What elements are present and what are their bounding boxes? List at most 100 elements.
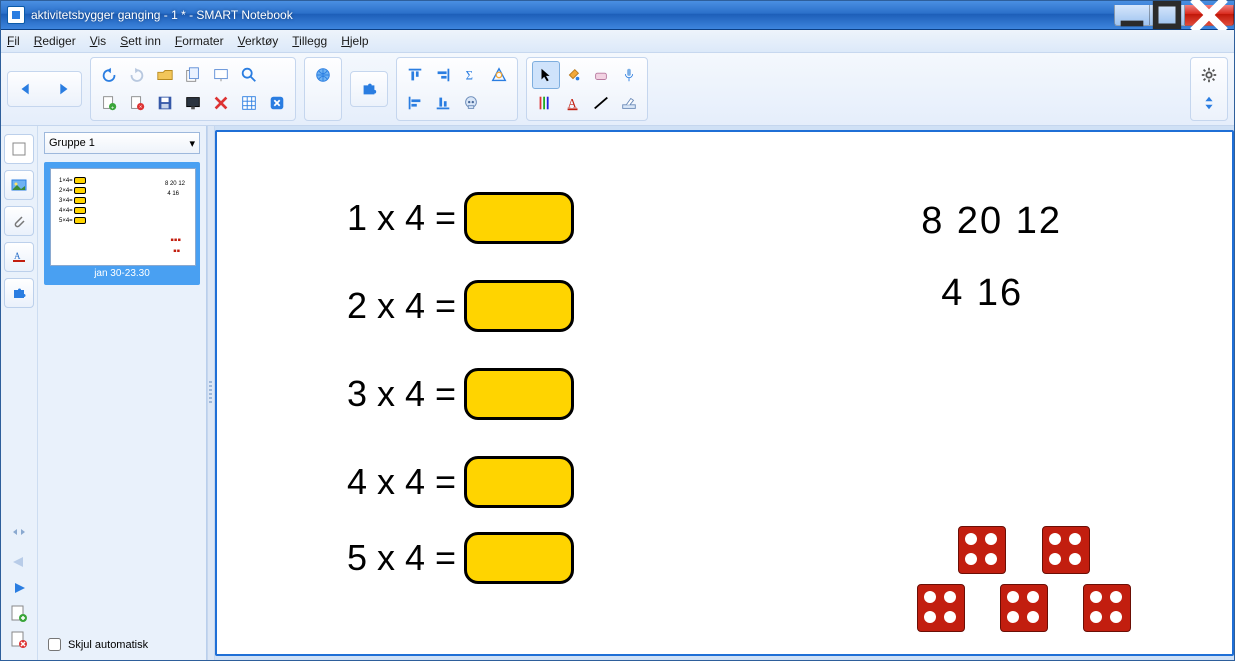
redo-icon[interactable] [124,62,150,88]
erase-all-icon[interactable] [616,90,642,116]
open-folder-icon[interactable] [152,62,178,88]
answer-bank[interactable]: 8 20 12 4 16 [921,202,1062,312]
next-page-arrow[interactable] [7,578,31,598]
application-window: aktivitetsbygger ganging - 1 * - SMART N… [0,0,1235,661]
gear-icon[interactable] [1196,62,1222,88]
answer-box[interactable] [464,368,574,420]
window-title: aktivitetsbygger ganging - 1 * - SMART N… [31,8,293,22]
present-icon[interactable] [208,62,234,88]
fill-icon[interactable] [560,62,586,88]
thumbnail-label: jan 30-23.30 [50,266,194,279]
draw-group: A [526,57,648,121]
dice-5[interactable] [1042,526,1090,574]
new-page-icon[interactable]: + [96,90,122,116]
equation-text: 1 x 4 = [347,197,456,239]
dice-4[interactable] [958,526,1006,574]
answer-box[interactable] [464,192,574,244]
forward-button[interactable] [50,76,76,102]
menu-bar: Fil Rediger Vis Sett inn Formater Verktø… [1,30,1234,53]
add-page-icon[interactable] [7,604,31,624]
eraser-icon[interactable] [588,62,614,88]
menu-hjelp[interactable]: Hjelp [341,34,368,48]
autohide-checkbox[interactable] [48,638,61,651]
find-icon[interactable] [236,62,262,88]
align-bottom-icon[interactable] [430,90,456,116]
align-right-icon[interactable] [430,62,456,88]
answer-box[interactable] [464,456,574,508]
file-edit-group: + × [90,57,296,121]
sigma-icon[interactable]: Σ [458,62,484,88]
menu-verktoy[interactable]: Verktøy [238,34,279,48]
page-nav-lower [7,552,31,650]
dice-2[interactable] [1000,584,1048,632]
tab-gallery[interactable] [4,170,34,200]
puzzle-icon[interactable] [356,76,382,102]
workspace: A Gruppe 1 ▾ 1×4= 2×4= 3×4= 4 [1,126,1234,660]
menu-tillegg[interactable]: Tillegg [292,34,327,48]
equation-row-4[interactable]: 4 x 4 = [347,456,574,508]
audio-icon[interactable] [616,62,642,88]
page-thumbnail-selected[interactable]: 1×4= 2×4= 3×4= 4×4= 5×4= 8 20 12 4 16 ▪▪… [44,162,200,285]
undo-icon[interactable] [96,62,122,88]
delete-x-icon[interactable] [208,90,234,116]
tab-addons[interactable] [4,278,34,308]
page-canvas[interactable]: 8 20 12 4 16 1 x 4 = 2 x 4 = 3 x 4 = 4 x 4 … [215,130,1234,656]
web-icon[interactable] [310,62,336,88]
autohide-label: Skjul automatisk [68,639,148,651]
line-icon[interactable] [588,90,614,116]
measure-group: Σ [396,57,518,121]
resize-vertical-icon[interactable] [1196,90,1222,116]
chevron-down-icon: ▾ [189,137,195,150]
back-button[interactable] [13,76,39,102]
equation-row-2[interactable]: 2 x 4 = [347,280,574,332]
svg-text:+: + [111,105,114,111]
group-dropdown[interactable]: Gruppe 1 ▾ [44,132,200,154]
dice-1[interactable] [917,584,965,632]
web-group [304,57,342,121]
toolbar-area: + × Σ [1,53,1234,126]
svg-text:×: × [139,104,142,110]
menu-fil[interactable]: Fil [7,34,20,48]
dice-3[interactable] [1083,584,1131,632]
equation-row-3[interactable]: 3 x 4 = [347,368,574,420]
maximize-button[interactable] [1150,5,1185,26]
tab-page-sorter[interactable] [4,134,34,164]
group-label: Gruppe 1 [49,137,95,149]
cursor-icon[interactable] [532,61,560,89]
table-icon[interactable] [236,90,262,116]
answer-box[interactable] [464,532,574,584]
align-left-icon[interactable] [402,90,428,116]
close-doc-icon[interactable] [264,90,290,116]
app-icon [7,6,25,24]
menu-rediger[interactable]: Rediger [34,34,76,48]
tab-properties[interactable]: A [4,242,34,272]
text-a-icon[interactable]: A [560,90,586,116]
align-top-icon[interactable] [402,62,428,88]
equation-text: 5 x 4 = [347,537,456,579]
prev-page-arrow[interactable] [7,552,31,572]
close-button[interactable] [1185,5,1234,26]
right-group [1190,57,1228,121]
pens-icon[interactable] [532,90,558,116]
save-icon[interactable] [152,90,178,116]
shape-tool-icon[interactable] [486,62,512,88]
menu-sett-inn[interactable]: Sett inn [120,34,161,48]
minimize-button[interactable] [1114,5,1150,26]
menu-formater[interactable]: Formater [175,34,224,48]
skull-icon[interactable] [458,90,484,116]
delete-page-lower-icon[interactable] [7,630,31,650]
copy-icon[interactable] [180,62,206,88]
expand-horizontal-icon[interactable] [5,518,33,546]
answer-box[interactable] [464,280,574,332]
equation-text: 2 x 4 = [347,285,456,327]
page-sorter-panel: Gruppe 1 ▾ 1×4= 2×4= 3×4= 4×4= 5×4= 8 20… [38,126,207,660]
tab-attachments[interactable] [4,206,34,236]
equation-row-5[interactable]: 5 x 4 = [347,532,574,584]
side-tabs: A [1,126,38,660]
delete-page-icon[interactable]: × [124,90,150,116]
equation-row-1[interactable]: 1 x 4 = [347,192,574,244]
screen-icon[interactable] [180,90,206,116]
menu-vis[interactable]: Vis [90,34,106,48]
page-thumbnail: 1×4= 2×4= 3×4= 4×4= 5×4= 8 20 12 4 16 ▪▪… [50,168,196,266]
splitter-handle[interactable] [207,126,215,660]
